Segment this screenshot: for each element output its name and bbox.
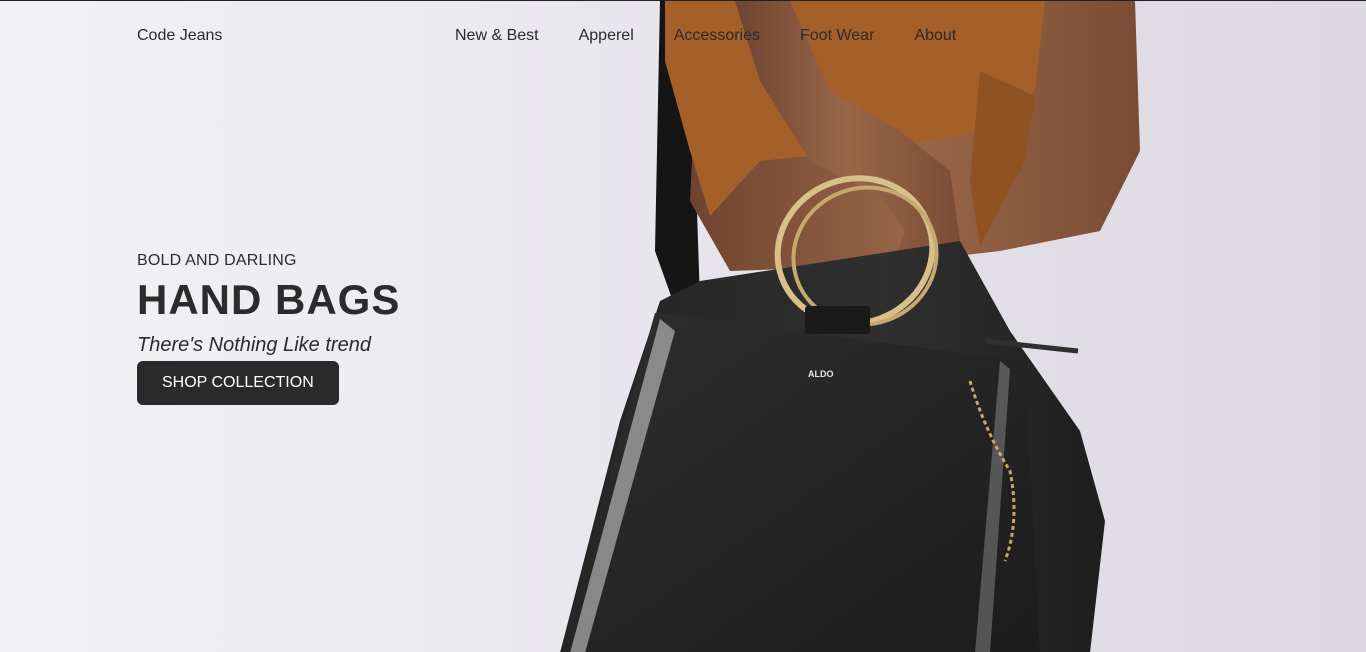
- nav-links: New & Best Apperel Accessories Foot Wear…: [455, 27, 956, 45]
- nav-item: Foot Wear: [800, 27, 874, 45]
- nav-link-accessories[interactable]: Accessories: [674, 27, 760, 44]
- nav-link-new-best[interactable]: New & Best: [455, 27, 539, 44]
- hero-eyebrow: BOLD AND DARLING: [137, 252, 297, 269]
- nav-item: About: [914, 27, 956, 45]
- nav-link-about[interactable]: About: [914, 27, 956, 44]
- shop-collection-button[interactable]: SHOP COLLECTION: [137, 361, 339, 406]
- nav-link-foot-wear[interactable]: Foot Wear: [800, 27, 874, 44]
- hero-headline: HAND BAGS: [137, 276, 401, 323]
- nav-item: Accessories: [674, 27, 760, 45]
- bag-brand-logo: ALDO: [808, 369, 834, 379]
- nav-item: New & Best: [455, 27, 539, 45]
- top-navigation: Code Jeans New & Best Apperel Accessorie…: [0, 1, 1366, 71]
- nav-link-apperel[interactable]: Apperel: [579, 27, 634, 44]
- brand-logo-link[interactable]: Code Jeans: [137, 27, 222, 45]
- hero-section: ALDO Code Jeans New & Best Apperel Acces…: [0, 0, 1366, 652]
- hero-tagline: There's Nothing Like trend: [137, 334, 371, 357]
- hero-copy: BOLD AND DARLING HAND BAGS There's Nothi…: [137, 252, 401, 406]
- nav-item: Apperel: [579, 27, 634, 45]
